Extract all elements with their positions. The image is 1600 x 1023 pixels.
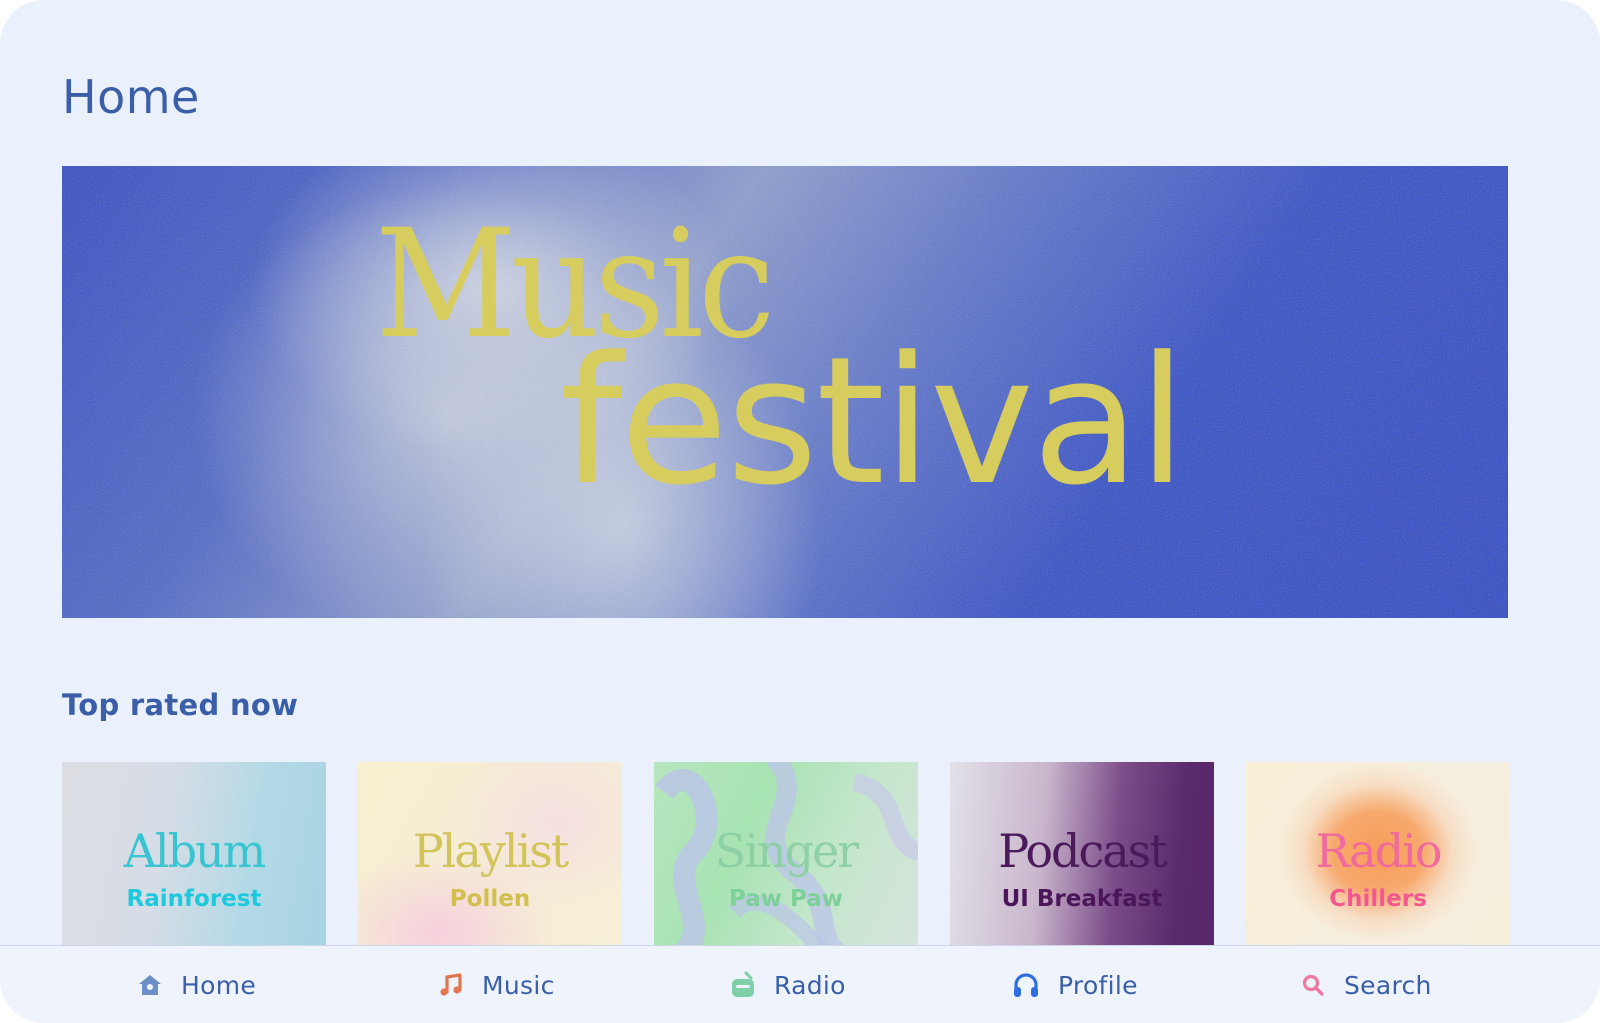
card-album-rainforest[interactable]: Album Rainforest [62, 762, 326, 952]
radio-icon [732, 971, 754, 997]
card-kind-label: Album [123, 824, 267, 878]
card-name-label: UI Breakfast [1001, 886, 1163, 912]
card-name-label: Chillers [1329, 886, 1427, 912]
search-icon [1302, 974, 1324, 996]
card-singer-paw-paw[interactable]: Singer Paw Paw [654, 762, 918, 952]
nav-item-radio[interactable]: Radio [730, 946, 846, 1023]
card-name-label: Rainforest [126, 886, 262, 912]
card-kind-label: Radio [1315, 824, 1443, 878]
nav-item-label: Search [1344, 970, 1432, 1000]
card-kind-label: Singer [714, 824, 860, 878]
nav-item-label: Home [181, 970, 257, 1000]
nav-item-home[interactable]: Home [137, 946, 256, 1023]
bottom-navigation-bar: Home Music Radio Profile Search [0, 945, 1600, 1023]
page-title: Home [62, 70, 200, 124]
nav-item-label: Music [482, 970, 555, 1000]
card-podcast-ui-breakfast[interactable]: Podcast UI Breakfast [950, 762, 1214, 952]
nav-item-label: Profile [1058, 970, 1138, 1000]
section-title-top-rated: Top rated now [62, 688, 299, 722]
nav-item-label: Radio [774, 970, 846, 1000]
card-kind-label: Podcast [998, 824, 1168, 878]
nav-item-profile[interactable]: Profile [1012, 946, 1138, 1023]
headphones-icon [1014, 973, 1038, 997]
nav-item-search[interactable]: Search [1300, 946, 1432, 1023]
card-kind-label: Playlist [412, 824, 570, 878]
card-name-label: Pollen [449, 886, 531, 912]
nav-item-music[interactable]: Music [438, 946, 555, 1023]
music-note-icon [440, 973, 462, 996]
banner-title-line-2: festival [560, 319, 1187, 524]
app-window: Home Music festival Top rated now Album … [0, 0, 1600, 1023]
card-name-label: Paw Paw [728, 886, 844, 912]
card-playlist-pollen[interactable]: Playlist Pollen [358, 762, 622, 952]
music-festival-banner[interactable]: Music festival [62, 166, 1508, 618]
card-radio-chillers[interactable]: Radio Chillers [1246, 762, 1510, 952]
home-icon [139, 975, 161, 995]
